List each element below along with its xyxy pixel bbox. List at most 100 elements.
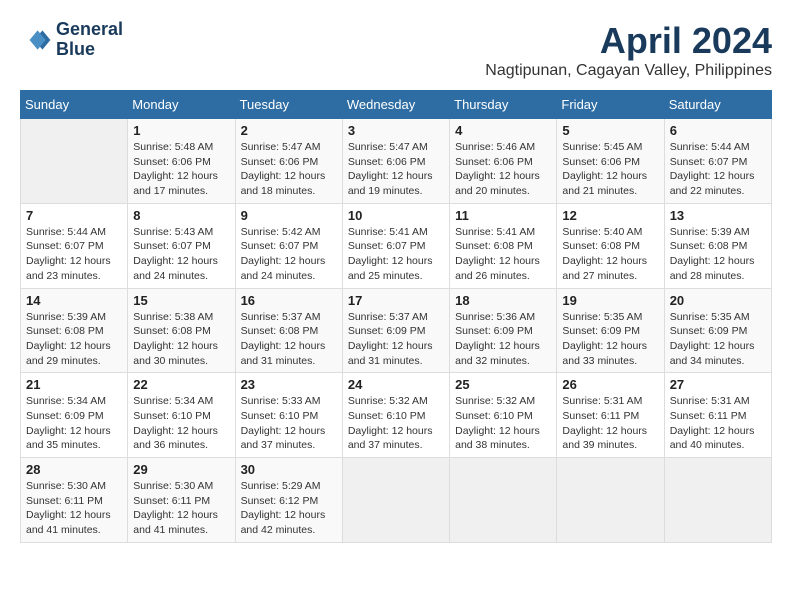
calendar-cell: 13Sunrise: 5:39 AMSunset: 6:08 PMDayligh… <box>664 203 771 288</box>
calendar-cell: 10 Sunrise: 5:41 AMSunset: 6:07 PMDayligh… <box>342 203 449 288</box>
day-number: 10 <box>348 208 444 223</box>
calendar-cell: 8Sunrise: 5:43 AMSunset: 6:07 PMDaylight… <box>128 203 235 288</box>
day-info: Sunrise: 5:47 AMSunset: 6:06 PMDaylight:… <box>348 140 444 199</box>
day-number: 27 <box>670 377 766 392</box>
day-number: 11 <box>455 208 551 223</box>
calendar-cell: 2 Sunrise: 5:47 AMSunset: 6:06 PMDaylight… <box>235 119 342 204</box>
calendar-week-5: 28Sunrise: 5:30 AMSunset: 6:11 PMDayligh… <box>21 458 772 543</box>
calendar-cell: 18 Sunrise: 5:36 AMSunset: 6:09 PMDayligh… <box>450 288 557 373</box>
day-number: 26 <box>562 377 658 392</box>
day-number: 2 <box>241 123 337 138</box>
calendar-cell: 14 Sunrise: 5:39 AMSunset: 6:08 PMDayligh… <box>21 288 128 373</box>
day-info: Sunrise: 5:44 AMSunset: 6:07 PMDaylight:… <box>26 225 122 284</box>
logo-text: General Blue <box>56 20 123 60</box>
calendar-cell: 30 Sunrise: 5:29 AMSunset: 6:12 PMDayligh… <box>235 458 342 543</box>
header-day-friday: Friday <box>557 91 664 119</box>
day-number: 5 <box>562 123 658 138</box>
calendar-cell: 20Sunrise: 5:35 AMSunset: 6:09 PMDayligh… <box>664 288 771 373</box>
header-day-thursday: Thursday <box>450 91 557 119</box>
day-number: 18 <box>455 293 551 308</box>
calendar-cell: 17 Sunrise: 5:37 AMSunset: 6:09 PMDayligh… <box>342 288 449 373</box>
day-number: 3 <box>348 123 444 138</box>
day-info: Sunrise: 5:32 AMSunset: 6:10 PMDaylight:… <box>348 394 444 453</box>
day-info: Sunrise: 5:44 AMSunset: 6:07 PMDaylight:… <box>670 140 766 199</box>
day-info: Sunrise: 5:36 AMSunset: 6:09 PMDaylight:… <box>455 310 551 369</box>
day-info: Sunrise: 5:48 AMSunset: 6:06 PMDaylight:… <box>133 140 229 199</box>
calendar-cell: 9 Sunrise: 5:42 AMSunset: 6:07 PMDaylight… <box>235 203 342 288</box>
header-day-saturday: Saturday <box>664 91 771 119</box>
calendar-cell: 4 Sunrise: 5:46 AMSunset: 6:06 PMDaylight… <box>450 119 557 204</box>
logo: General Blue <box>20 20 123 60</box>
day-number: 4 <box>455 123 551 138</box>
calendar-cell: 22 Sunrise: 5:34 AMSunset: 6:10 PMDayligh… <box>128 373 235 458</box>
calendar-week-1: 1 Sunrise: 5:48 AMSunset: 6:06 PMDaylight… <box>21 119 772 204</box>
day-info: Sunrise: 5:39 AMSunset: 6:08 PMDaylight:… <box>670 225 766 284</box>
day-number: 24 <box>348 377 444 392</box>
day-info: Sunrise: 5:39 AMSunset: 6:08 PMDaylight:… <box>26 310 122 369</box>
day-info: Sunrise: 5:43 AMSunset: 6:07 PMDaylight:… <box>133 225 229 284</box>
day-number: 14 <box>26 293 122 308</box>
calendar-cell <box>557 458 664 543</box>
header-day-sunday: Sunday <box>21 91 128 119</box>
logo-icon <box>20 24 52 56</box>
day-info: Sunrise: 5:30 AMSunset: 6:11 PMDaylight:… <box>133 479 229 538</box>
day-number: 29 <box>133 462 229 477</box>
day-info: Sunrise: 5:31 AMSunset: 6:11 PMDaylight:… <box>562 394 658 453</box>
day-number: 9 <box>241 208 337 223</box>
day-number: 12 <box>562 208 658 223</box>
day-number: 7 <box>26 208 122 223</box>
calendar-table: SundayMondayTuesdayWednesdayThursdayFrid… <box>20 90 772 543</box>
day-info: Sunrise: 5:46 AMSunset: 6:06 PMDaylight:… <box>455 140 551 199</box>
calendar-cell <box>342 458 449 543</box>
header-day-wednesday: Wednesday <box>342 91 449 119</box>
calendar-cell <box>21 119 128 204</box>
day-info: Sunrise: 5:30 AMSunset: 6:11 PMDaylight:… <box>26 479 122 538</box>
day-info: Sunrise: 5:32 AMSunset: 6:10 PMDaylight:… <box>455 394 551 453</box>
page-header: General Blue April 2024 Nagtipunan, Caga… <box>20 20 772 80</box>
calendar-cell: 7 Sunrise: 5:44 AMSunset: 6:07 PMDaylight… <box>21 203 128 288</box>
calendar-cell: 28Sunrise: 5:30 AMSunset: 6:11 PMDayligh… <box>21 458 128 543</box>
calendar-cell: 1 Sunrise: 5:48 AMSunset: 6:06 PMDaylight… <box>128 119 235 204</box>
title-section: April 2024 Nagtipunan, Cagayan Valley, P… <box>485 20 772 80</box>
day-info: Sunrise: 5:37 AMSunset: 6:09 PMDaylight:… <box>348 310 444 369</box>
day-number: 22 <box>133 377 229 392</box>
calendar-cell: 23 Sunrise: 5:33 AMSunset: 6:10 PMDayligh… <box>235 373 342 458</box>
day-number: 15 <box>133 293 229 308</box>
day-info: Sunrise: 5:35 AMSunset: 6:09 PMDaylight:… <box>562 310 658 369</box>
day-info: Sunrise: 5:35 AMSunset: 6:09 PMDaylight:… <box>670 310 766 369</box>
calendar-cell: 16Sunrise: 5:37 AMSunset: 6:08 PMDayligh… <box>235 288 342 373</box>
day-number: 17 <box>348 293 444 308</box>
calendar-cell: 3 Sunrise: 5:47 AMSunset: 6:06 PMDaylight… <box>342 119 449 204</box>
calendar-cell: 11Sunrise: 5:41 AMSunset: 6:08 PMDayligh… <box>450 203 557 288</box>
header-day-tuesday: Tuesday <box>235 91 342 119</box>
calendar-cell: 12Sunrise: 5:40 AMSunset: 6:08 PMDayligh… <box>557 203 664 288</box>
day-number: 19 <box>562 293 658 308</box>
calendar-cell: 24 Sunrise: 5:32 AMSunset: 6:10 PMDayligh… <box>342 373 449 458</box>
calendar-cell: 19 Sunrise: 5:35 AMSunset: 6:09 PMDayligh… <box>557 288 664 373</box>
day-number: 25 <box>455 377 551 392</box>
calendar-cell: 6 Sunrise: 5:44 AMSunset: 6:07 PMDaylight… <box>664 119 771 204</box>
day-info: Sunrise: 5:29 AMSunset: 6:12 PMDaylight:… <box>241 479 337 538</box>
day-number: 16 <box>241 293 337 308</box>
day-number: 21 <box>26 377 122 392</box>
calendar-header-row: SundayMondayTuesdayWednesdayThursdayFrid… <box>21 91 772 119</box>
calendar-cell: 5Sunrise: 5:45 AMSunset: 6:06 PMDaylight… <box>557 119 664 204</box>
month-title: April 2024 <box>485 20 772 62</box>
calendar-cell: 27 Sunrise: 5:31 AMSunset: 6:11 PMDayligh… <box>664 373 771 458</box>
day-number: 23 <box>241 377 337 392</box>
day-info: Sunrise: 5:47 AMSunset: 6:06 PMDaylight:… <box>241 140 337 199</box>
day-info: Sunrise: 5:34 AMSunset: 6:10 PMDaylight:… <box>133 394 229 453</box>
header-day-monday: Monday <box>128 91 235 119</box>
day-number: 1 <box>133 123 229 138</box>
calendar-cell: 21 Sunrise: 5:34 AMSunset: 6:09 PMDayligh… <box>21 373 128 458</box>
day-number: 30 <box>241 462 337 477</box>
day-info: Sunrise: 5:31 AMSunset: 6:11 PMDaylight:… <box>670 394 766 453</box>
day-info: Sunrise: 5:42 AMSunset: 6:07 PMDaylight:… <box>241 225 337 284</box>
day-info: Sunrise: 5:34 AMSunset: 6:09 PMDaylight:… <box>26 394 122 453</box>
day-info: Sunrise: 5:41 AMSunset: 6:07 PMDaylight:… <box>348 225 444 284</box>
calendar-week-3: 14 Sunrise: 5:39 AMSunset: 6:08 PMDayligh… <box>21 288 772 373</box>
day-info: Sunrise: 5:33 AMSunset: 6:10 PMDaylight:… <box>241 394 337 453</box>
calendar-cell: 25 Sunrise: 5:32 AMSunset: 6:10 PMDayligh… <box>450 373 557 458</box>
location-subtitle: Nagtipunan, Cagayan Valley, Philippines <box>485 62 772 80</box>
day-number: 6 <box>670 123 766 138</box>
